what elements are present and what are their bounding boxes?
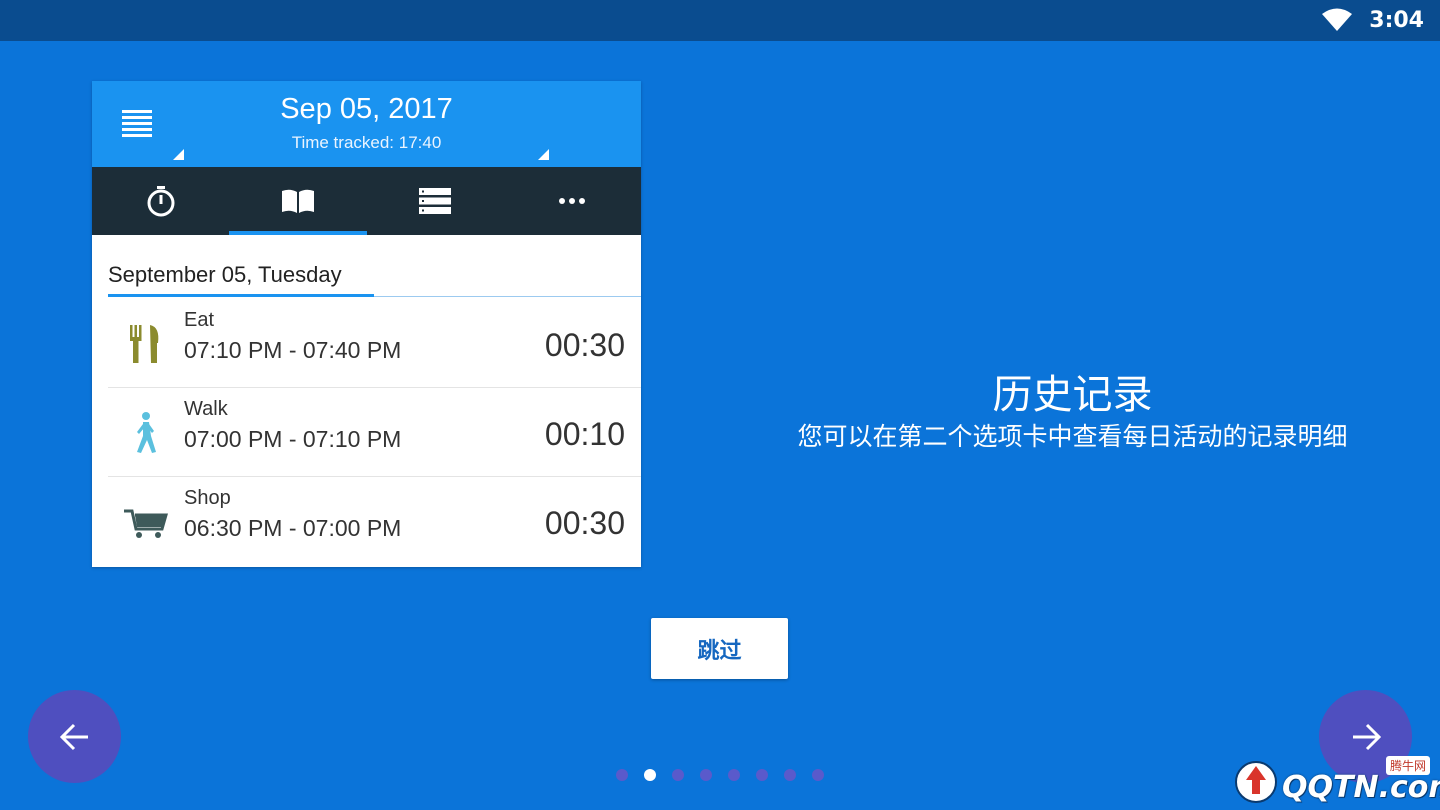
tab-bar bbox=[92, 167, 641, 235]
page-dot-active[interactable] bbox=[644, 769, 656, 781]
wifi-icon bbox=[1322, 8, 1352, 31]
skip-button[interactable]: 跳过 bbox=[651, 618, 788, 679]
watermark-badge: 腾牛网 bbox=[1385, 756, 1430, 775]
arrow-left-icon bbox=[59, 723, 88, 750]
page-dot[interactable] bbox=[756, 769, 768, 781]
entry-name: Eat bbox=[184, 309, 215, 331]
previous-button[interactable] bbox=[28, 690, 121, 783]
arrow-right-icon bbox=[1352, 723, 1381, 750]
watermark-text: QQTN.com bbox=[1282, 770, 1440, 805]
entry-range: 07:00 PM - 07:10 PM bbox=[184, 426, 402, 452]
list-item[interactable]: Shop 06:30 PM - 07:00 PM 00:30 bbox=[108, 477, 641, 565]
list-icon bbox=[419, 188, 452, 214]
shopping-cart-icon bbox=[124, 509, 168, 538]
fork-knife-icon bbox=[130, 325, 159, 363]
day-underline bbox=[108, 294, 374, 297]
page-indicator bbox=[616, 769, 824, 781]
entry-duration: 00:30 bbox=[544, 505, 625, 541]
onboarding-description: 您可以在第二个选项卡中查看每日活动的记录明细 bbox=[797, 422, 1348, 451]
page-dot[interactable] bbox=[728, 769, 740, 781]
day-header: September 05, Tuesday bbox=[108, 262, 342, 287]
entry-duration: 00:10 bbox=[544, 416, 625, 452]
page-dot[interactable] bbox=[812, 769, 824, 781]
page-dot[interactable] bbox=[700, 769, 712, 781]
book-icon bbox=[281, 189, 314, 213]
entry-range: 06:30 PM - 07:00 PM bbox=[184, 515, 402, 541]
entry-duration: 00:30 bbox=[544, 327, 625, 363]
app-header: Sep 05, 2017 Time tracked: 17:40 bbox=[92, 81, 641, 167]
tab-list[interactable] bbox=[367, 167, 504, 235]
entry-range: 07:10 PM - 07:40 PM bbox=[184, 337, 402, 363]
tab-active-indicator bbox=[229, 231, 367, 235]
list-item[interactable]: Eat 07:10 PM - 07:40 PM 00:30 bbox=[108, 299, 641, 388]
onboarding-title: 历史记录 bbox=[992, 372, 1153, 418]
entry-name: Walk bbox=[184, 398, 228, 420]
menu-dropdown-indicator bbox=[173, 149, 184, 160]
header-date: Sep 05, 2017 bbox=[280, 93, 453, 125]
page-dot[interactable] bbox=[616, 769, 628, 781]
watermark-mascot-icon bbox=[1235, 761, 1277, 803]
tab-timer[interactable] bbox=[92, 167, 229, 235]
stopwatch-icon bbox=[147, 186, 175, 217]
more-icon bbox=[559, 198, 586, 204]
date-dropdown-indicator bbox=[538, 149, 549, 160]
list-item[interactable]: Walk 07:00 PM - 07:10 PM 00:10 bbox=[108, 388, 641, 477]
page-dot[interactable] bbox=[784, 769, 796, 781]
app-preview-card: Sep 05, 2017 Time tracked: 17:40 Septemb… bbox=[92, 81, 641, 567]
entry-name: Shop bbox=[184, 487, 231, 509]
page-dot[interactable] bbox=[672, 769, 684, 781]
status-time: 3:04 bbox=[1369, 8, 1424, 33]
walking-person-icon bbox=[137, 412, 156, 453]
tab-more[interactable] bbox=[504, 167, 641, 235]
watermark-logo: QQTN.com 腾牛网 bbox=[1230, 756, 1440, 805]
tab-history[interactable] bbox=[229, 167, 367, 235]
status-bar: 3:04 bbox=[0, 0, 1440, 41]
